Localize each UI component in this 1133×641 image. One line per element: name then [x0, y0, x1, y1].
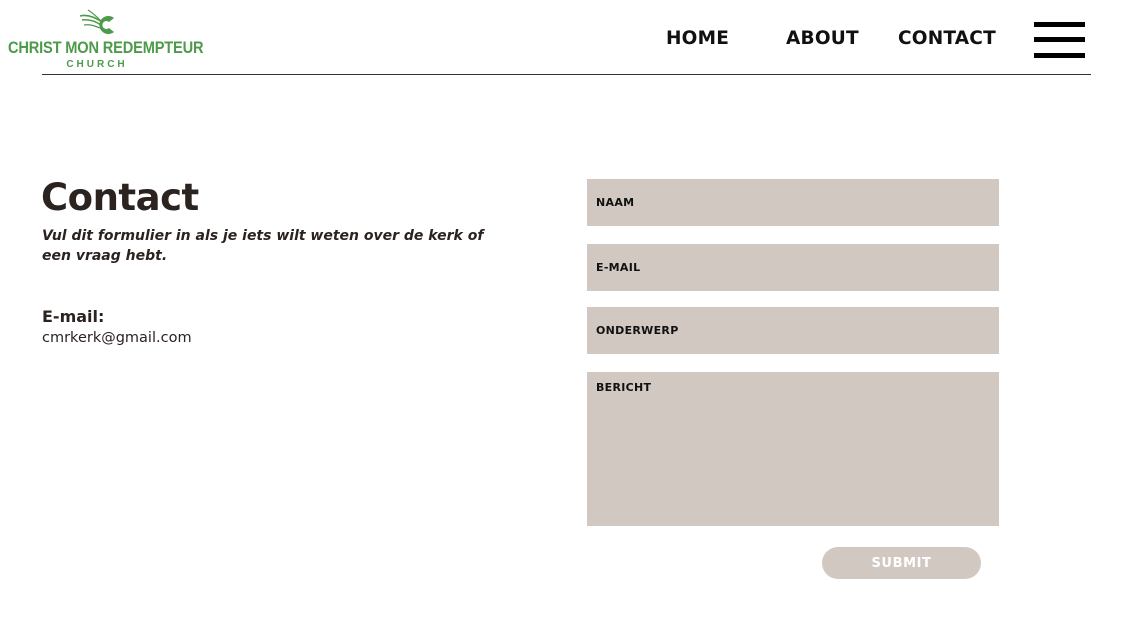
page-title: Contact — [41, 176, 199, 219]
site-header: CHRIST MON REDEMPTEUR CHURCH HOME ABOUT … — [0, 0, 1133, 76]
email-label: E-mail: — [42, 307, 105, 326]
nav-contact-link[interactable]: CONTACT — [898, 28, 996, 49]
header-divider — [42, 74, 1091, 75]
bericht-textarea[interactable] — [587, 372, 999, 526]
nav-home-link[interactable]: HOME — [666, 28, 729, 49]
hamburger-bar — [1034, 53, 1085, 58]
church-logo[interactable]: CHRIST MON REDEMPTEUR CHURCH — [8, 8, 204, 72]
hamburger-bar — [1034, 37, 1085, 42]
email-field[interactable] — [587, 244, 999, 291]
onderwerp-field[interactable] — [587, 307, 999, 354]
submit-button[interactable]: SUBMIT — [822, 547, 981, 579]
logo-name: CHRIST MON REDEMPTEUR — [8, 38, 204, 57]
hamburger-menu-icon[interactable] — [1034, 22, 1085, 58]
naam-field[interactable] — [587, 179, 999, 226]
email-address: cmrkerk@gmail.com — [42, 330, 192, 346]
hamburger-bar — [1034, 22, 1085, 27]
church-c-logo-icon — [79, 9, 114, 34]
nav-about-link[interactable]: ABOUT — [786, 28, 859, 49]
contact-intro-text: Vul dit formulier in als je iets wilt we… — [42, 228, 484, 264]
logo-subtitle: CHURCH — [66, 59, 128, 70]
